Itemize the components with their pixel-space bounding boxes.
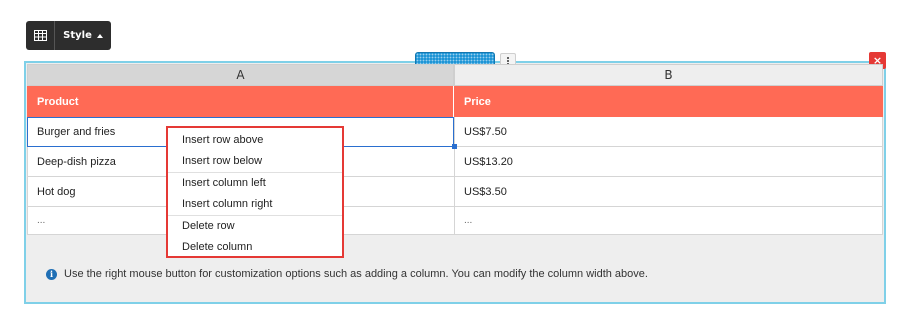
style-dropdown-button[interactable]: Style [55, 30, 111, 41]
column-header-b[interactable]: B [454, 64, 883, 86]
context-menu: Insert row above Insert row below Insert… [166, 126, 344, 258]
table-header-row: Product Price [27, 86, 883, 117]
table-row: ... ... [27, 207, 883, 235]
table-icon[interactable] [26, 21, 55, 50]
table-toolbar: Style [26, 21, 111, 50]
info-note: i Use the right mouse button for customi… [46, 268, 648, 280]
selection-handle[interactable] [452, 144, 457, 149]
table-cell[interactable]: US$13.20 [454, 147, 883, 177]
menu-item-insert-row-below[interactable]: Insert row below [168, 151, 342, 172]
column-header-row: A B [27, 64, 883, 86]
table-grid: A B Product Price Burger and fries US$7.… [27, 64, 883, 235]
caret-up-icon [96, 33, 103, 38]
table-cell[interactable]: US$7.50 [454, 117, 883, 147]
menu-item-delete-column[interactable]: Delete column [168, 237, 342, 258]
menu-group-rows: Insert row above Insert row below [168, 130, 342, 173]
style-label: Style [63, 30, 92, 41]
table-cell[interactable]: US$3.50 [454, 177, 883, 207]
header-cell-product[interactable]: Product [27, 86, 454, 117]
table-cell[interactable]: ... [454, 207, 883, 235]
table-row: Hot dog US$3.50 [27, 177, 883, 207]
table-row: Deep-dish pizza US$13.20 [27, 147, 883, 177]
menu-item-insert-column-right[interactable]: Insert column right [168, 194, 342, 215]
header-cell-price[interactable]: Price [454, 86, 883, 117]
menu-item-insert-row-above[interactable]: Insert row above [168, 130, 342, 151]
cell-text: Burger and fries [37, 125, 116, 138]
column-header-a[interactable]: A [27, 64, 454, 86]
menu-item-insert-column-left[interactable]: Insert column left [168, 173, 342, 194]
info-text: Use the right mouse button for customiza… [64, 268, 648, 280]
menu-group-delete: Delete row Delete column [168, 216, 342, 258]
menu-item-delete-row[interactable]: Delete row [168, 216, 342, 237]
info-icon: i [46, 268, 57, 280]
menu-group-columns: Insert column left Insert column right [168, 173, 342, 216]
table-row: Burger and fries US$7.50 [27, 117, 883, 149]
